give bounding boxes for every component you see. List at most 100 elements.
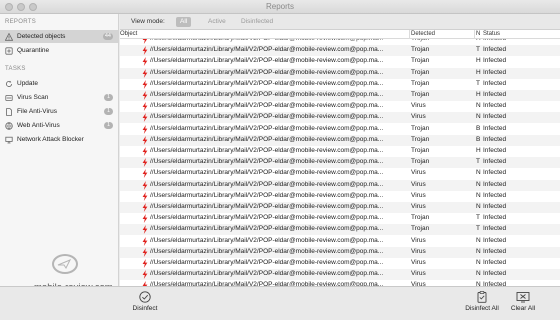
status-cell: Infected bbox=[483, 259, 507, 266]
table-row[interactable]: //Users/eldarmurtazin/Library/Mail/V2/PO… bbox=[120, 213, 560, 224]
table-row[interactable]: //Users/eldarmurtazin/Library/Mail/V2/PO… bbox=[120, 236, 560, 247]
table-row[interactable]: //Users/eldarmurtazin/Library/Mail/V2/PO… bbox=[120, 202, 560, 213]
disinfect-label: Disinfect bbox=[132, 305, 158, 312]
table-row[interactable]: //Users/eldarmurtazin/Library/Mail/V2/PO… bbox=[120, 45, 560, 57]
table-row[interactable]: //Users/eldarmurtazin/Library/Mail/V2/PO… bbox=[120, 269, 560, 281]
table-row[interactable]: //Users/eldarmurtazin/Library/Mail/V2/PO… bbox=[120, 224, 560, 236]
table-row[interactable]: //Users/eldarmurtazin/Library/Mail/V2/PO… bbox=[120, 112, 560, 124]
table-row[interactable]: //Users/eldarmurtazin/Library/Mail/V2/PO… bbox=[120, 67, 560, 79]
detected-type-cell: Trojan bbox=[411, 46, 430, 54]
clear-all-label: Clear All bbox=[510, 305, 536, 312]
n-cell: N bbox=[476, 247, 481, 255]
table-row[interactable]: //Users/eldarmurtazin/Library/Mail/V2/PO… bbox=[120, 90, 560, 101]
table-row[interactable]: //Users/eldarmurtazin/Library/Mail/V2/PO… bbox=[120, 179, 560, 191]
threat-icon bbox=[142, 191, 148, 201]
threat-icon bbox=[142, 91, 148, 100]
detected-type-cell: Virus bbox=[411, 169, 426, 177]
column-header-status[interactable]: Status bbox=[483, 31, 500, 37]
object-path-cell: //Users/eldarmurtazin/Library/Mail/V2/PO… bbox=[150, 158, 384, 166]
quarantine-icon bbox=[5, 46, 13, 55]
sidebar-item-label: Network Attack Blocker bbox=[17, 136, 84, 143]
status-cell: Infected bbox=[483, 270, 507, 278]
object-path-cell: //Users/eldarmurtazin/Library/Mail/V2/PO… bbox=[150, 79, 384, 87]
threat-icon bbox=[142, 270, 148, 280]
file-antivirus-badge: 1 bbox=[104, 108, 113, 115]
table-row[interactable]: //Users/eldarmurtazin/Library/Mail/V2/PO… bbox=[120, 146, 560, 157]
status-cell: Infected bbox=[483, 158, 507, 166]
n-cell: H bbox=[476, 68, 481, 76]
web-antivirus-badge: 1 bbox=[104, 122, 113, 129]
n-cell: T bbox=[476, 214, 480, 222]
table-row[interactable]: //Users/eldarmurtazin/Library/Mail/V2/PO… bbox=[120, 124, 560, 135]
table-row[interactable]: //Users/eldarmurtazin/Library/Mail/V2/PO… bbox=[120, 246, 560, 258]
n-cell: N bbox=[476, 113, 481, 121]
status-cell: Infected bbox=[483, 147, 507, 154]
object-path-cell: //Users/eldarmurtazin/Library/Mail/V2/PO… bbox=[150, 247, 384, 255]
status-cell: Infected bbox=[483, 180, 507, 188]
column-header-detected[interactable]: Detected bbox=[411, 31, 435, 37]
detected-type-cell: Trojan bbox=[411, 225, 430, 233]
object-path-cell: //Users/eldarmurtazin/Library/Mail/V2/PO… bbox=[150, 147, 384, 154]
disinfect-all-button[interactable]: Disinfect All bbox=[462, 291, 502, 312]
view-mode-active-tab[interactable]: Active bbox=[208, 17, 226, 27]
sidebar-item-label: Update bbox=[17, 80, 38, 87]
status-cell: Infected bbox=[483, 135, 507, 143]
threat-icon bbox=[142, 259, 148, 268]
detected-type-cell: Trojan bbox=[411, 57, 430, 65]
threat-icon bbox=[142, 147, 148, 156]
clear-all-button[interactable]: Clear All bbox=[508, 291, 538, 312]
sidebar-item-quarantine[interactable]: Quarantine bbox=[0, 44, 118, 57]
n-cell: H bbox=[476, 91, 481, 98]
sidebar-item-network-attack-blocker[interactable]: Network Attack Blocker bbox=[0, 133, 118, 146]
table-row[interactable]: //Users/eldarmurtazin/Library/Mail/V2/PO… bbox=[120, 134, 560, 146]
table-row[interactable]: //Users/eldarmurtazin/Library/Mail/V2/PO… bbox=[120, 258, 560, 269]
threat-icon bbox=[142, 225, 148, 235]
object-path-cell: //Users/eldarmurtazin/Library/Mail/V2/PO… bbox=[150, 135, 384, 143]
sidebar-item-update[interactable]: Update bbox=[0, 77, 118, 90]
detected-type-cell: Virus bbox=[411, 259, 426, 266]
threat-icon bbox=[142, 247, 148, 257]
detected-type-cell: Trojan bbox=[411, 158, 430, 166]
detected-type-cell: Virus bbox=[411, 270, 426, 278]
n-cell: B bbox=[476, 135, 481, 143]
status-cell: Infected bbox=[483, 113, 507, 121]
threat-icon bbox=[142, 113, 148, 123]
n-cell: H bbox=[476, 147, 481, 154]
table-row[interactable]: //Users/eldarmurtazin/Library/Mail/V2/PO… bbox=[120, 39, 560, 45]
table-row[interactable]: //Users/eldarmurtazin/Library/Mail/V2/PO… bbox=[120, 101, 560, 112]
view-mode-disinfected-tab[interactable]: Disinfected bbox=[241, 17, 273, 27]
table-row[interactable]: //Users/eldarmurtazin/Library/Mail/V2/PO… bbox=[120, 191, 560, 202]
status-cell: Infected bbox=[483, 191, 507, 199]
detected-type-cell: Trojan bbox=[411, 147, 430, 154]
column-divider[interactable] bbox=[409, 30, 410, 39]
column-divider[interactable] bbox=[474, 30, 475, 39]
sidebar-item-web-anti-virus[interactable]: Web Anti-Virus 1 bbox=[0, 119, 118, 132]
object-path-cell: //Users/eldarmurtazin/Library/Mail/V2/PO… bbox=[150, 57, 384, 65]
warning-icon bbox=[5, 32, 13, 41]
status-cell: Infected bbox=[483, 39, 553, 42]
detected-type-cell: Virus bbox=[411, 191, 426, 199]
object-path-cell: //Users/eldarmurtazin/Library/Mail/V2/PO… bbox=[150, 191, 384, 199]
status-cell: Infected bbox=[483, 91, 507, 98]
sidebar-item-virus-scan[interactable]: Virus Scan 1 bbox=[0, 91, 118, 104]
sidebar-item-detected-objects[interactable]: Detected objects 44 bbox=[0, 30, 118, 43]
threat-icon bbox=[142, 135, 148, 145]
threat-icon bbox=[142, 180, 148, 190]
column-header-object[interactable]: Object bbox=[120, 31, 137, 37]
detected-type-cell: Trojan bbox=[411, 91, 430, 98]
n-cell: T bbox=[476, 158, 480, 166]
column-header-n[interactable]: N bbox=[476, 31, 480, 37]
threat-icon bbox=[142, 102, 148, 112]
view-mode-all-tab[interactable]: All bbox=[176, 17, 192, 27]
table-row[interactable]: //Users/eldarmurtazin/Library/Mail/V2/PO… bbox=[120, 56, 560, 67]
table-row[interactable]: //Users/eldarmurtazin/Library/Mail/V2/PO… bbox=[120, 79, 560, 90]
threat-icon bbox=[142, 158, 148, 168]
table-row[interactable]: //Users/eldarmurtazin/Library/Mail/V2/PO… bbox=[120, 168, 560, 179]
sidebar-item-file-anti-virus[interactable]: File Anti-Virus 1 bbox=[0, 105, 118, 118]
table-row[interactable]: //Users/eldarmurtazin/Library/Mail/V2/PO… bbox=[120, 157, 560, 169]
object-path-cell: //Users/eldarmurtazin/Library/Mail/V2/PO… bbox=[150, 270, 384, 278]
n-cell: T bbox=[476, 46, 480, 54]
disinfect-button[interactable]: Disinfect bbox=[130, 291, 160, 312]
sidebar-item-label: Web Anti-Virus bbox=[17, 122, 60, 129]
window-title: Reports bbox=[265, 2, 294, 11]
